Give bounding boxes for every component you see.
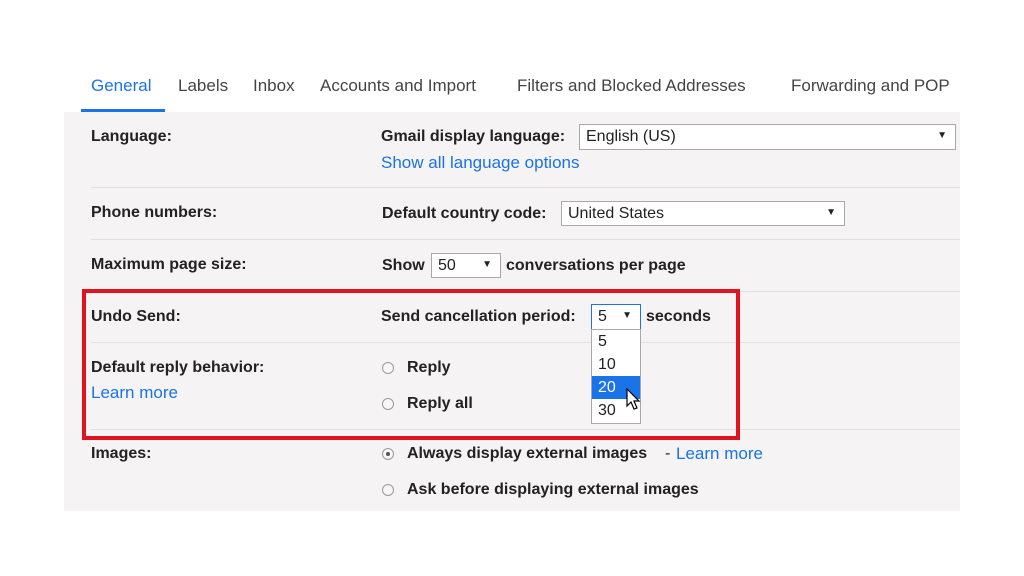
mouse-pointer-icon [626,388,641,410]
display-language-label: Gmail display language: [381,128,566,145]
always-display-images-radio[interactable] [382,448,394,460]
tab-general[interactable]: General [91,76,151,96]
row-divider [91,187,960,188]
max-page-size-label: Maximum page size: [91,256,247,273]
ask-before-images-radio[interactable] [382,484,394,496]
highlight-box [82,289,740,440]
images-label: Images: [91,445,152,462]
ask-before-images-label: Ask before displaying external images [407,481,699,498]
phone-numbers-label: Phone numbers: [91,204,218,221]
dropdown-arrow-icon: ▼ [482,259,492,270]
tab-filters-and-blocked-addresses[interactable]: Filters and Blocked Addresses [517,76,746,96]
language-label: Language: [91,128,172,145]
display-language-select[interactable]: English (US) ▼ [579,124,956,150]
tab-inbox[interactable]: Inbox [253,76,295,96]
tab-forwarding-and-pop[interactable]: Forwarding and POP [791,76,950,96]
images-separator: - [665,445,671,462]
page-size-suffix: conversations per page [506,257,686,274]
country-code-value: United States [568,205,665,222]
page-size-value: 50 [438,257,456,274]
show-all-languages-link[interactable]: Show all language options [381,153,579,173]
always-display-images-label: Always display external images [407,445,648,462]
page-size-prefix: Show [382,257,425,274]
row-divider [91,239,960,240]
country-code-select[interactable]: United States ▼ [561,201,845,226]
tab-accounts-and-import[interactable]: Accounts and Import [320,76,476,96]
dropdown-arrow-icon: ▼ [937,130,947,141]
page-size-select[interactable]: 50 ▼ [431,253,501,278]
tab-labels[interactable]: Labels [178,76,228,96]
display-language-value: English (US) [586,128,676,145]
settings-tabs: General Labels Inbox Accounts and Import… [64,64,960,112]
country-code-label: Default country code: [382,205,547,222]
dropdown-arrow-icon: ▼ [826,207,836,218]
images-learn-more-link[interactable]: Learn more [676,444,763,464]
